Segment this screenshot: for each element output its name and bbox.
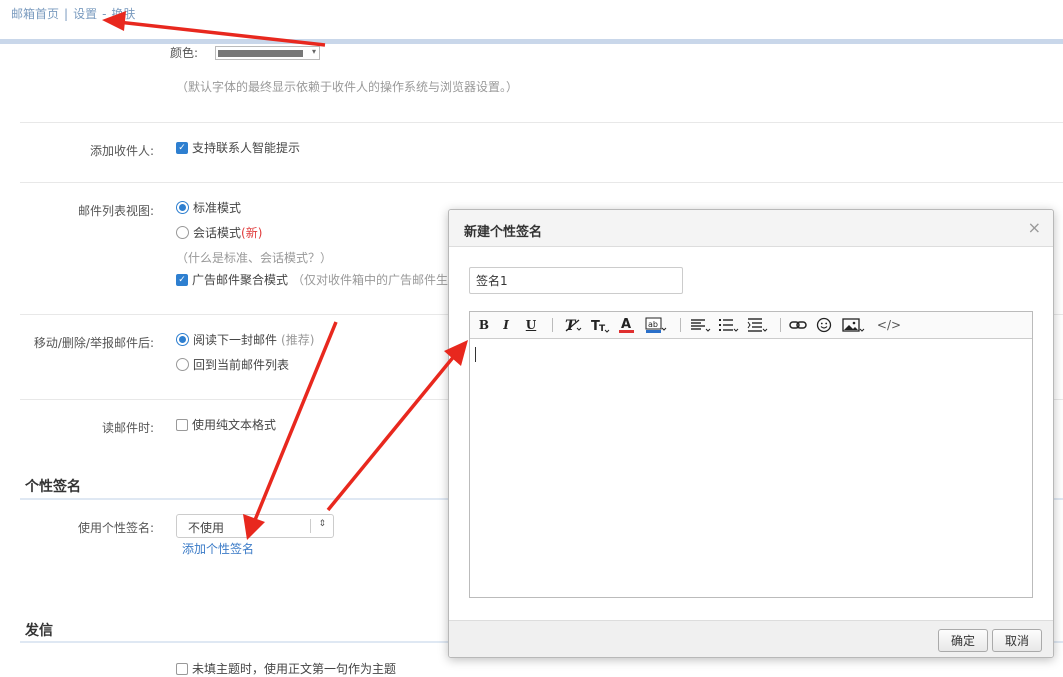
breadcrumb: 邮箱首页 | 设置 - 换肤 bbox=[11, 5, 135, 22]
link-icon[interactable] bbox=[789, 316, 807, 334]
cancel-button[interactable]: 取消 bbox=[992, 629, 1042, 652]
checkbox-icon[interactable] bbox=[176, 418, 188, 431]
text-caret bbox=[475, 347, 476, 362]
smart-suggest-option[interactable]: ✓ 支持联系人智能提示 bbox=[176, 139, 300, 156]
checkbox-checked-icon[interactable]: ✓ bbox=[176, 273, 188, 286]
font-size-icon[interactable]: TT bbox=[590, 316, 610, 334]
mode-help-link[interactable]: （什么是标准、会话模式？） bbox=[176, 249, 332, 266]
signature-editor: B I U T TT A ab </> bbox=[469, 311, 1033, 598]
plain-text-text: 使用纯文本格式 bbox=[192, 418, 277, 432]
radio-icon[interactable] bbox=[176, 226, 189, 239]
back-to-list-option[interactable]: 回到当前邮件列表 bbox=[176, 356, 289, 373]
recommend-tag: (推荐) bbox=[281, 333, 315, 347]
back-to-list-text: 回到当前邮件列表 bbox=[193, 358, 290, 372]
image-icon[interactable] bbox=[842, 316, 866, 334]
standard-mode-option[interactable]: 标准模式 bbox=[176, 199, 241, 216]
breadcrumb-settings-link[interactable]: 设置 bbox=[73, 7, 97, 21]
checkbox-checked-icon[interactable]: ✓ bbox=[176, 141, 188, 154]
svg-text:T: T bbox=[599, 324, 606, 333]
radio-selected-icon[interactable] bbox=[176, 201, 189, 214]
new-badge: (新) bbox=[241, 226, 263, 240]
align-icon[interactable] bbox=[690, 316, 712, 334]
plain-text-option[interactable]: 使用纯文本格式 bbox=[176, 416, 276, 433]
read-next-text: 阅读下一封邮件 bbox=[193, 333, 278, 347]
divider bbox=[20, 182, 1063, 183]
underline-icon[interactable]: U bbox=[523, 316, 539, 334]
subject-fallback-text: 未填主题时，使用正文第一句作为主题 bbox=[192, 662, 397, 676]
radio-selected-icon[interactable] bbox=[176, 333, 189, 346]
subject-fallback-option[interactable]: 未填主题时，使用正文第一句作为主题 bbox=[176, 660, 396, 677]
signature-section-title: 个性签名 bbox=[25, 479, 81, 495]
add-signature-link[interactable]: 添加个性签名 bbox=[182, 540, 254, 557]
updown-arrow-icon: ⇕ bbox=[318, 519, 326, 529]
breadcrumb-home-link[interactable]: 邮箱首页 bbox=[11, 7, 59, 21]
chevron-down-icon: ▾ bbox=[311, 47, 316, 56]
emoji-icon[interactable] bbox=[816, 316, 832, 334]
ad-aggregate-text: 广告邮件聚合模式 bbox=[192, 273, 289, 287]
after-move-label: 移动/删除/举报邮件后: bbox=[33, 336, 154, 350]
dialog-title: 新建个性签名 bbox=[464, 225, 543, 240]
indent-icon[interactable] bbox=[747, 316, 769, 334]
toolbar-separator bbox=[680, 318, 681, 332]
close-icon[interactable]: × bbox=[1028, 218, 1041, 237]
breadcrumb-separator: - bbox=[102, 7, 107, 21]
bold-icon[interactable]: B bbox=[476, 316, 492, 334]
dialog-footer: 确定 取消 bbox=[449, 620, 1053, 657]
svg-text:ab: ab bbox=[648, 320, 658, 329]
clear-format-icon[interactable]: T bbox=[563, 316, 583, 334]
font-color-label: 颜色: bbox=[169, 46, 198, 60]
code-icon[interactable]: </> bbox=[876, 316, 902, 334]
toolbar-separator bbox=[552, 318, 553, 332]
background-color-icon[interactable]: ab bbox=[645, 316, 667, 334]
font-color-select[interactable]: ▾ bbox=[215, 46, 320, 60]
signature-select-value: 不使用 bbox=[188, 521, 225, 535]
ad-aggregate-hint: （仅对收件箱中的广告邮件生效 bbox=[292, 273, 461, 287]
svg-text:A: A bbox=[621, 317, 631, 332]
ad-aggregate-option[interactable]: ✓ 广告邮件聚合模式 （仅对收件箱中的广告邮件生效 bbox=[176, 271, 460, 288]
breadcrumb-separator: | bbox=[64, 7, 69, 21]
signature-name-input[interactable] bbox=[469, 267, 683, 294]
divider bbox=[20, 122, 1063, 123]
smart-suggest-text: 支持联系人智能提示 bbox=[192, 141, 301, 155]
signature-select[interactable]: 不使用 ⇕ bbox=[176, 514, 334, 538]
font-color-icon[interactable]: A bbox=[618, 316, 636, 334]
send-section-title: 发信 bbox=[25, 623, 53, 639]
new-signature-dialog: 新建个性签名 × B I U T TT A ab bbox=[448, 209, 1054, 658]
conversation-mode-text: 会话模式 bbox=[193, 226, 242, 240]
ok-button[interactable]: 确定 bbox=[938, 629, 988, 652]
list-view-label: 邮件列表视图: bbox=[77, 204, 154, 218]
dialog-header: 新建个性签名 × bbox=[449, 210, 1053, 247]
checkbox-icon[interactable] bbox=[176, 662, 188, 675]
top-bar: 邮箱首页 | 设置 - 换肤 bbox=[0, 0, 1063, 40]
conversation-mode-option[interactable]: 会话模式 (新) bbox=[176, 224, 262, 241]
radio-icon[interactable] bbox=[176, 358, 189, 371]
signature-label: 使用个性签名: bbox=[77, 521, 154, 535]
toolbar-separator bbox=[780, 318, 781, 332]
font-color-swatch bbox=[218, 50, 303, 57]
add-recipient-label: 添加收件人: bbox=[89, 144, 154, 158]
read-next-option[interactable]: 阅读下一封邮件 (推荐) bbox=[176, 331, 314, 348]
reading-label: 读邮件时: bbox=[101, 421, 154, 435]
select-divider bbox=[310, 519, 311, 533]
italic-icon[interactable]: I bbox=[499, 316, 513, 334]
standard-mode-text: 标准模式 bbox=[193, 201, 242, 215]
font-hint: （默认字体的最终显示依赖于收件人的操作系统与浏览器设置。） bbox=[176, 80, 519, 94]
breadcrumb-theme-link[interactable]: 换肤 bbox=[111, 7, 135, 21]
editor-toolbar: B I U T TT A ab </> bbox=[470, 312, 1032, 339]
list-icon[interactable] bbox=[718, 316, 740, 334]
signature-content-area[interactable] bbox=[470, 339, 1032, 597]
